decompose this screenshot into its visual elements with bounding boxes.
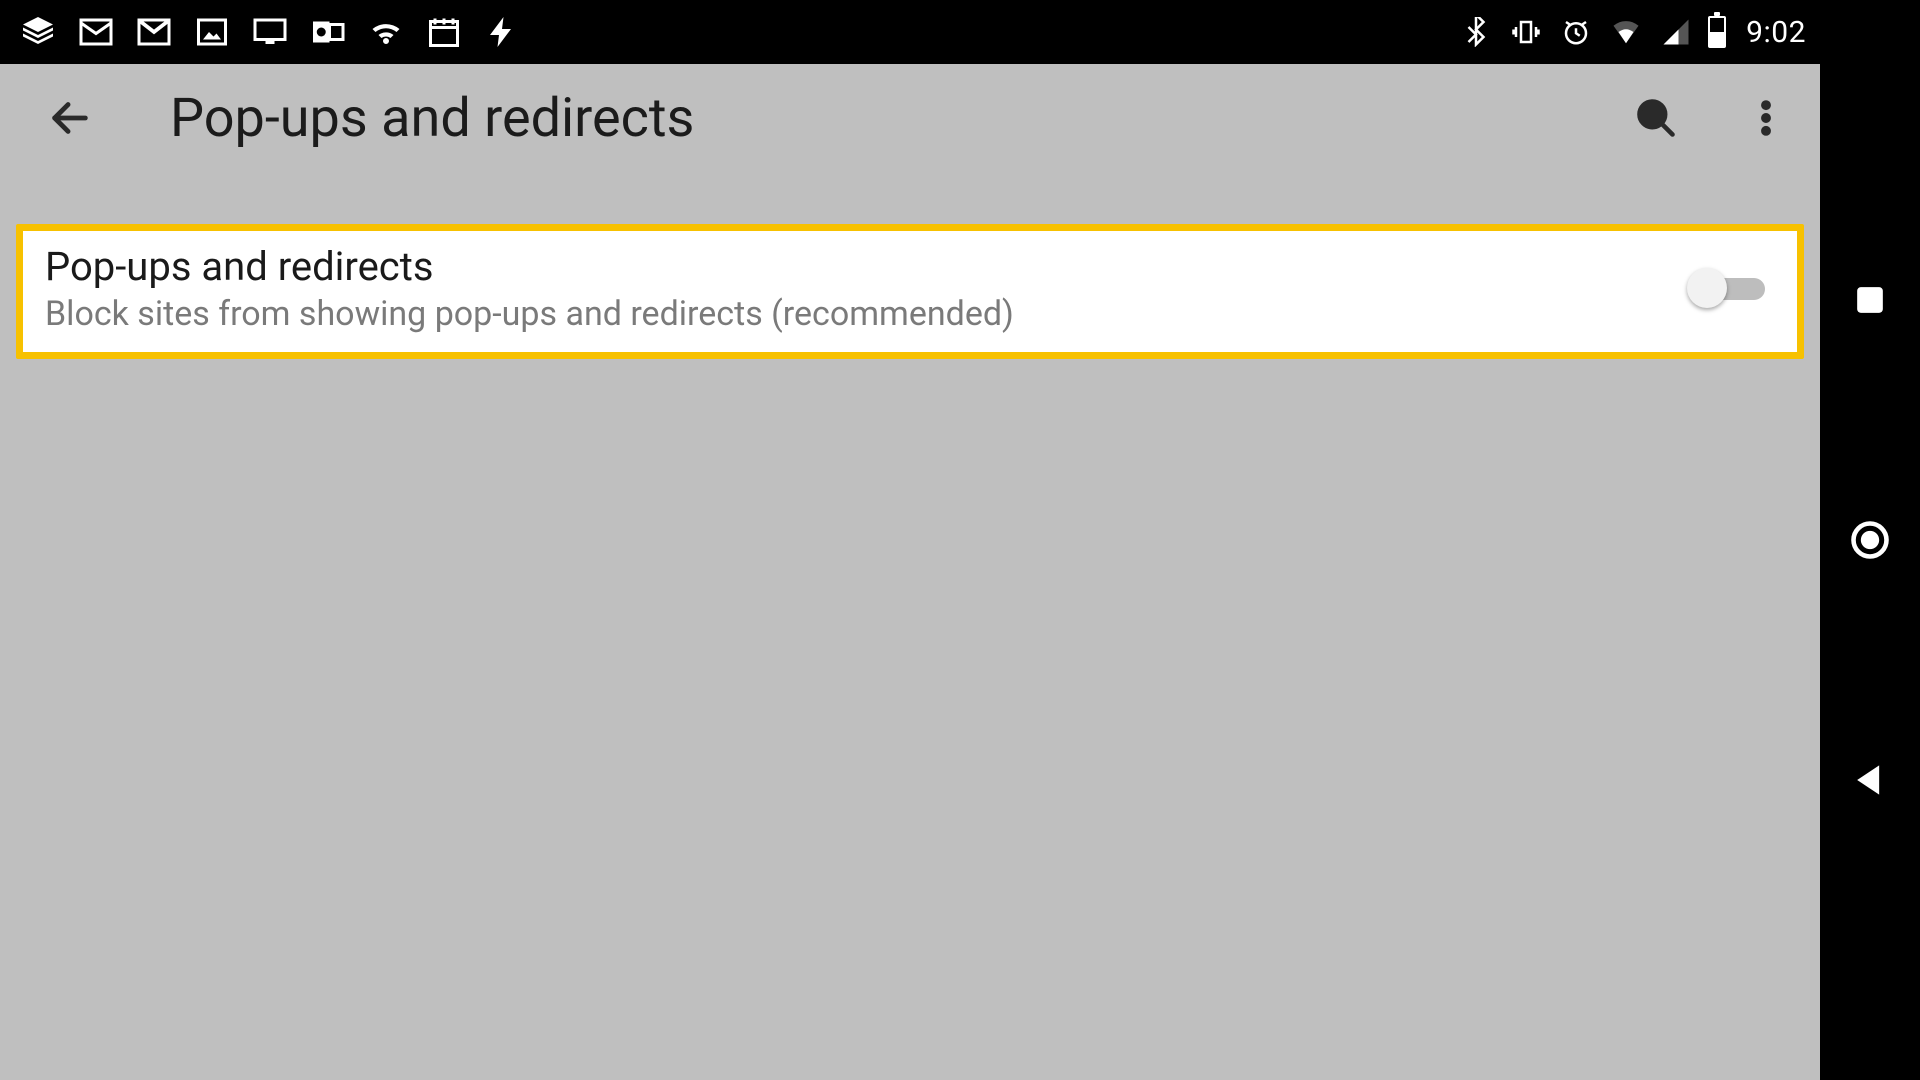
cell-signal-icon [1658,14,1694,50]
toggle-thumb [1687,268,1727,308]
calendar-icon [426,14,462,50]
monitor-icon [252,14,288,50]
vibrate-icon [1508,14,1544,50]
status-bar-left [20,14,520,50]
popups-setting-subtitle: Block sites from showing pop-ups and red… [45,294,1014,334]
status-bar: 9:02 [0,0,1820,64]
nav-back-button[interactable] [1840,750,1900,810]
popups-setting-text: Pop-ups and redirects Block sites from s… [45,243,1014,334]
app-bar-actions [1626,64,1796,172]
search-button[interactable] [1626,88,1686,148]
app-bar: Pop-ups and redirects [0,64,1820,172]
nav-home-button[interactable] [1840,510,1900,570]
battery-icon [1708,16,1726,48]
wifi-icon [368,14,404,50]
gmail-icon [136,14,172,50]
popups-toggle[interactable] [1687,272,1765,306]
layers-icon [20,14,56,50]
popups-setting-row[interactable]: Pop-ups and redirects Block sites from s… [16,224,1804,359]
flash-icon [484,14,520,50]
bluetooth-icon [1458,14,1494,50]
alarm-icon [1558,14,1594,50]
outlook-icon [310,14,346,50]
image-icon [194,14,230,50]
device-frame: 9:02 Pop-ups and redirects [0,0,1920,1080]
app-area: Pop-ups and redirects Pop-ups and redire… [0,64,1820,1080]
back-button[interactable] [40,88,100,148]
mail-icon [78,14,114,50]
status-bar-right: 9:02 [1458,14,1806,50]
nav-overview-button[interactable] [1840,270,1900,330]
wifi-signal-icon [1608,14,1644,50]
overflow-menu-button[interactable] [1736,88,1796,148]
status-clock: 9:02 [1746,15,1806,50]
screen-content: 9:02 Pop-ups and redirects [0,0,1820,1080]
popups-setting-title: Pop-ups and redirects [45,243,1014,290]
page-title: Pop-ups and redirects [170,87,694,150]
android-nav-bar [1820,0,1920,1080]
